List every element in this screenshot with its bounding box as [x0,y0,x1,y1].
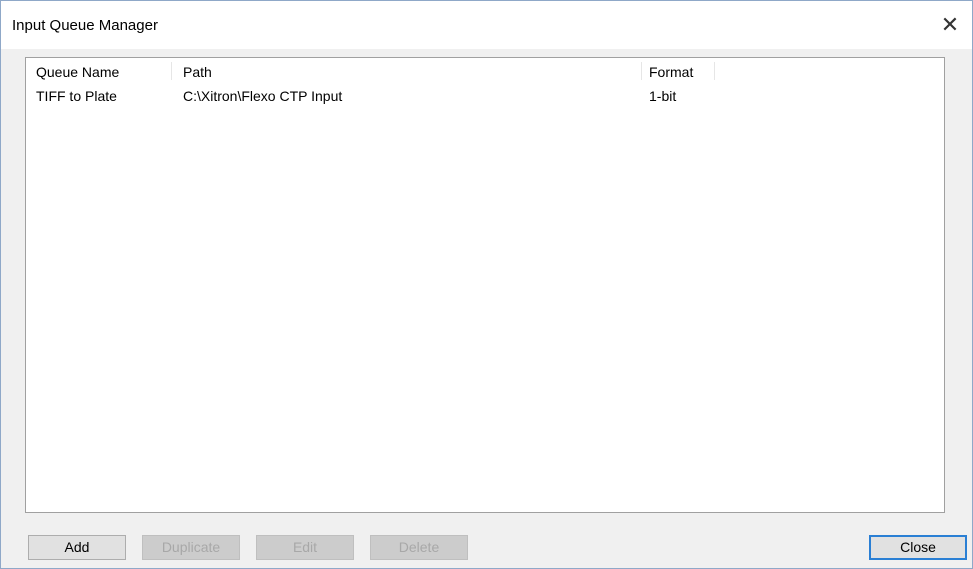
delete-button[interactable]: Delete [370,535,468,560]
button-bar: Add Duplicate Edit Delete Close [1,535,972,561]
queue-list[interactable]: Queue Name Path Format TIFF to Plate C:\… [25,57,945,513]
close-button[interactable]: Close [869,535,967,560]
queue-name-cell: TIFF to Plate [36,88,117,104]
input-queue-manager-dialog: Input Queue Manager ✕ Queue Name Path Fo… [0,0,973,569]
title-bar: Input Queue Manager ✕ [1,1,972,49]
duplicate-button[interactable]: Duplicate [142,535,240,560]
close-icon[interactable]: ✕ [938,13,962,37]
add-button[interactable]: Add [28,535,126,560]
format-cell: 1-bit [649,88,677,104]
column-header-format[interactable]: Format [649,64,693,80]
dialog-title: Input Queue Manager [12,17,158,34]
list-header: Queue Name Path Format [26,58,944,82]
column-divider[interactable] [714,62,715,80]
list-item[interactable]: TIFF to Plate C:\Xitron\Flexo CTP Input … [26,84,944,106]
column-divider[interactable] [171,62,172,80]
column-header-queue-name[interactable]: Queue Name [36,64,119,80]
path-cell: C:\Xitron\Flexo CTP Input [183,88,343,104]
edit-button[interactable]: Edit [256,535,354,560]
column-divider[interactable] [641,62,642,80]
column-header-path[interactable]: Path [183,64,212,80]
